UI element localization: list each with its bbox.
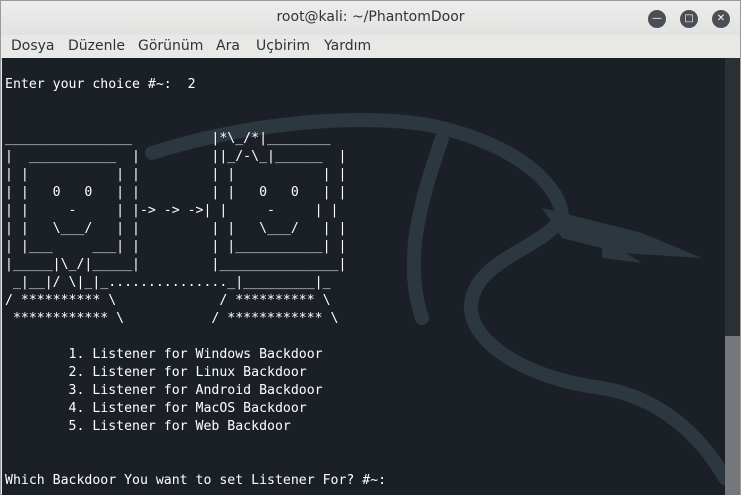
menu-duzenle[interactable]: Düzenle [68, 38, 125, 54]
title-bar[interactable]: root@kali: ~/PhantomDoor — □ ✕ [1, 1, 740, 35]
terminal-line: _|__|/ \|_|_..............._|_________|_ [5, 275, 331, 290]
menu-bar: Dosya Düzenle Görünüm Ara Uçbirim Yardım [1, 35, 740, 60]
menu-dosya[interactable]: Dosya [11, 38, 55, 54]
terminal-line: | |___ ___| | | |___________| | [5, 239, 347, 254]
terminal-line: | ___________ | ||_/-\_|______ | [5, 149, 347, 164]
menu-ucbirim[interactable]: Uçbirim [256, 38, 310, 54]
terminal-window: root@kali: ~/PhantomDoor — □ ✕ Dosya Düz… [0, 0, 741, 495]
terminal-line: | | 0 0 | | | | 0 0 | | [5, 185, 347, 200]
terminal-line: | | - | |-> -> ->| | - | | [5, 203, 339, 218]
terminal-line: 3. Listener for Android Backdoor [5, 383, 323, 398]
minimize-icon[interactable]: — [648, 10, 666, 28]
terminal-line: Enter your choice #~: 2 [5, 77, 196, 92]
terminal-line: 1. Listener for Windows Backdoor [5, 347, 323, 362]
terminal-line: 5. Listener for Web Backdoor [5, 419, 291, 434]
menu-gorunum[interactable]: Görünüm [138, 38, 203, 54]
terminal-text: Enter your choice #~: 2 ________________… [5, 58, 386, 490]
menu-yardim[interactable]: Yardım [324, 38, 371, 54]
terminal-line: | | \___/ | | | | \___/ | | [5, 221, 347, 236]
terminal-line: ************ \ / ************ \ [5, 311, 339, 326]
menu-ara[interactable]: Ara [216, 38, 240, 54]
terminal-line: | | | | | | | | [5, 167, 347, 182]
terminal-line: 2. Listener for Linux Backdoor [5, 365, 307, 380]
terminal-line: 4. Listener for MacOS Backdoor [5, 401, 307, 416]
window-title: root@kali: ~/PhantomDoor [276, 9, 465, 25]
terminal-line: Which Backdoor You want to set Listener … [5, 473, 387, 488]
terminal-line: ________________ |*\_/*|________ [5, 131, 331, 146]
close-icon[interactable]: ✕ [712, 10, 730, 28]
terminal-output[interactable]: Enter your choice #~: 2 ________________… [2, 58, 725, 495]
terminal-line: / ********** \ / ********** \ [5, 293, 331, 308]
scrollbar-thumb[interactable] [725, 336, 740, 495]
terminal-line: |_____|\_/|_____| |_______________| [5, 257, 347, 272]
maximize-icon[interactable]: □ [680, 10, 698, 28]
